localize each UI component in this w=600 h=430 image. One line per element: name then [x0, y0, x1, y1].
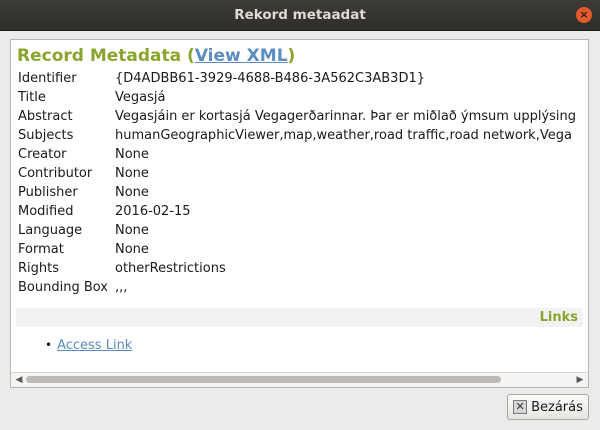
- table-row: Bounding Box,,,: [18, 278, 576, 297]
- table-row: Publisher None: [18, 183, 576, 202]
- metadata-key: Rights: [18, 261, 60, 276]
- record-metadata-heading: Record Metadata (View XML): [17, 46, 295, 66]
- metadata-table: Identifier {D4ADBB61-3929-4688-B486-3A562…: [18, 69, 576, 297]
- metadata-value: {D4ADBB61-3929-4688-B486-3A562C3AB3D1}: [115, 71, 425, 86]
- metadata-value: otherRestrictions: [115, 261, 226, 276]
- scroll-thumb[interactable]: [26, 376, 501, 383]
- window-close-button[interactable]: ×: [576, 7, 592, 23]
- table-row: Format None: [18, 240, 576, 259]
- metadata-value: None: [115, 185, 149, 200]
- view-xml-link[interactable]: View XML: [195, 46, 288, 66]
- close-dialog-button[interactable]: ✕ Bezárás: [507, 394, 589, 420]
- metadata-value: 2016-02-15: [115, 204, 191, 219]
- metadata-value: None: [115, 242, 149, 257]
- metadata-viewport: Record Metadata (View XML) Identifier {D4…: [11, 40, 588, 373]
- window-title: Rekord metaadat: [234, 7, 366, 23]
- table-row: Contributor None: [18, 164, 576, 183]
- table-row: Creator None: [18, 145, 576, 164]
- links-label: Links: [539, 310, 578, 325]
- close-button-label: Bezárás: [531, 399, 583, 415]
- metadata-key: Language: [18, 223, 83, 238]
- scroll-left-icon[interactable]: ◀: [12, 373, 26, 387]
- heading-suffix: ): [287, 46, 296, 66]
- close-icon: ×: [579, 8, 589, 21]
- links-header: Links: [16, 308, 583, 327]
- metadata-value: None: [115, 166, 149, 181]
- table-row: Modified 2016-02-15: [18, 202, 576, 221]
- horizontal-scrollbar[interactable]: ◀ ▶: [11, 372, 588, 387]
- metadata-key: Subjects: [18, 128, 74, 143]
- metadata-key: Title: [18, 90, 46, 105]
- table-row: Title Vegasjá: [18, 88, 576, 107]
- metadata-value: ,,,: [115, 280, 128, 295]
- table-row: Identifier {D4ADBB61-3929-4688-B486-3A562…: [18, 69, 576, 88]
- table-row: Language None: [18, 221, 576, 240]
- metadata-key: Publisher: [18, 185, 78, 200]
- close-icon: ✕: [513, 400, 528, 414]
- metadata-key: Format: [18, 242, 64, 257]
- metadata-key: Identifier: [18, 71, 77, 86]
- table-row: Rights otherRestrictions: [18, 259, 576, 278]
- table-row: Subjects humanGeographicViewer,map,weathe…: [18, 126, 576, 145]
- metadata-key: Contributor: [18, 166, 93, 181]
- access-link[interactable]: Access Link: [57, 338, 132, 353]
- bullet: •: [45, 338, 53, 352]
- metadata-key: Modified: [18, 204, 74, 219]
- heading-text: Record Metadata (: [17, 46, 195, 66]
- metadata-view: Record Metadata (View XML) Identifier {D4…: [10, 39, 589, 388]
- list-item: • Access Link: [45, 338, 132, 353]
- title-bar: Rekord metaadat ×: [0, 0, 600, 31]
- metadata-key: Bounding Box: [18, 280, 109, 295]
- metadata-value: Vegasjá: [115, 90, 166, 105]
- metadata-value: None: [115, 223, 149, 238]
- metadata-value: humanGeographicViewer,map,weather,road t…: [115, 128, 572, 143]
- metadata-value: None: [115, 147, 149, 162]
- table-row: Abstract Vegasjáin er kortasjá Vegagerðar…: [18, 107, 576, 126]
- metadata-key: Creator: [18, 147, 67, 162]
- metadata-value: Vegasjáin er kortasjá Vegagerðarinnar. Þ…: [115, 109, 577, 124]
- scroll-right-icon[interactable]: ▶: [573, 373, 587, 387]
- metadata-key: Abstract: [18, 109, 73, 124]
